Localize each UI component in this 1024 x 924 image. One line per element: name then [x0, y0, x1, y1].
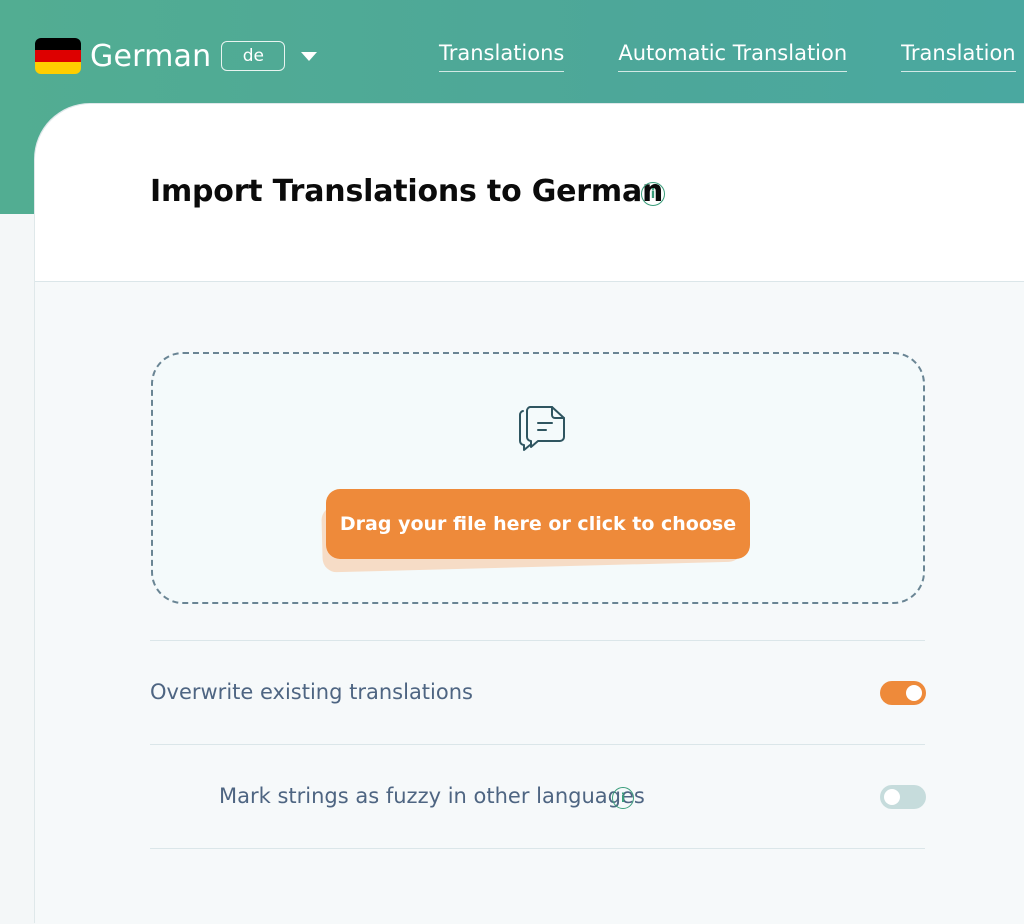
divider — [150, 744, 925, 745]
top-nav: Translations Automatic Translation Trans… — [439, 41, 1016, 72]
fuzzy-toggle[interactable] — [880, 785, 926, 809]
nav-translation[interactable]: Translation — [901, 41, 1016, 72]
nav-automatic-translation[interactable]: Automatic Translation — [618, 41, 848, 72]
divider — [150, 848, 925, 849]
toggle-knob — [884, 789, 900, 805]
upload-button-wrap: Drag your file here or click to choose — [321, 489, 750, 573]
card-header: Import Translations to German i — [35, 104, 1024, 282]
chevron-down-icon[interactable] — [301, 51, 318, 61]
fuzzy-option-label: Mark strings as fuzzy in other languages — [219, 784, 645, 808]
overwrite-toggle[interactable] — [880, 681, 926, 705]
choose-file-button[interactable]: Drag your file here or click to choose — [326, 489, 750, 559]
language-name: German — [90, 38, 212, 74]
language-selector[interactable]: German de — [35, 38, 318, 74]
info-icon[interactable]: i — [612, 787, 634, 809]
document-chat-icon — [519, 406, 565, 451]
info-icon[interactable]: i — [641, 182, 665, 206]
overwrite-option-label: Overwrite existing translations — [150, 680, 473, 704]
toggle-knob — [906, 685, 922, 701]
page-title: Import Translations to German — [150, 174, 664, 209]
nav-translations[interactable]: Translations — [439, 41, 565, 72]
divider — [150, 640, 925, 641]
file-dropzone[interactable]: Drag your file here or click to choose — [151, 352, 925, 604]
language-code-badge: de — [221, 41, 286, 71]
import-card: Import Translations to German i Drag you… — [35, 104, 1024, 924]
german-flag-icon — [35, 38, 81, 74]
